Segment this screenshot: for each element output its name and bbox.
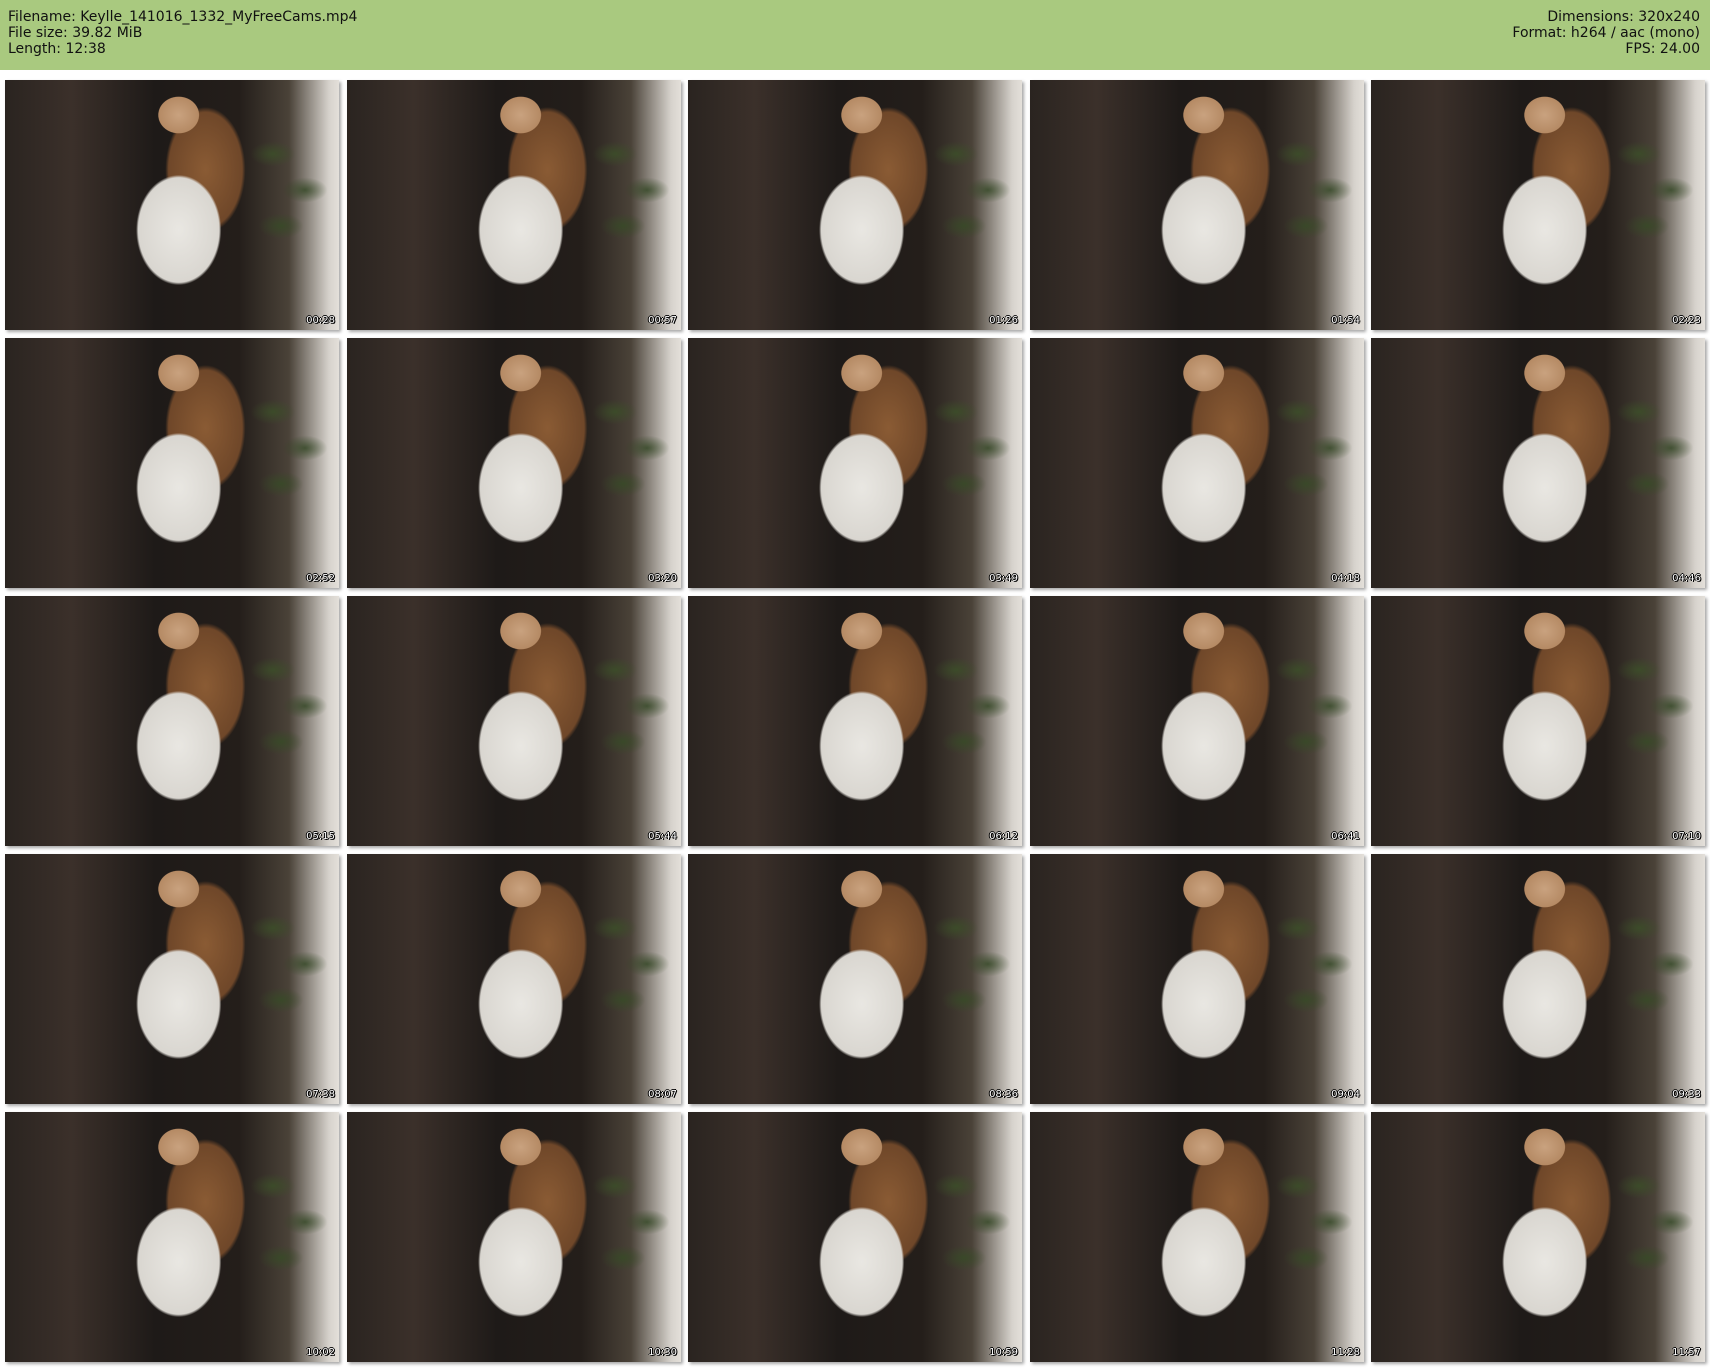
frame-timestamp: 06:41 (1331, 831, 1360, 842)
dimensions-text: Dimensions: 320x240 (1547, 9, 1700, 25)
file-size-text: File size: 39.82 MiB (8, 25, 143, 41)
video-frame-thumbnail: 07:10 (1371, 596, 1705, 846)
video-frame-thumbnail: 03:20 (347, 338, 681, 588)
frame-timestamp: 04:46 (1672, 573, 1701, 584)
frame-timestamp: 08:07 (648, 1089, 677, 1100)
frame-timestamp: 11:57 (1672, 1347, 1701, 1358)
format-text: Format: h264 / aac (mono) (1512, 25, 1700, 41)
background-plant (591, 874, 671, 1054)
info-left: Filename: Keylle_141016_1332_MyFreeCams.… (8, 9, 357, 57)
frame-timestamp: 05:15 (306, 831, 335, 842)
background-plant (1615, 100, 1695, 280)
background-plant (1615, 874, 1695, 1054)
video-frame-thumbnail: 10:59 (688, 1112, 1022, 1362)
background-plant (932, 1132, 1012, 1312)
background-plant (932, 358, 1012, 538)
frame-timestamp: 08:36 (989, 1089, 1018, 1100)
background-plant (1274, 616, 1354, 796)
video-frame-thumbnail: 08:36 (688, 854, 1022, 1104)
background-plant (1615, 1132, 1695, 1312)
frame-timestamp: 04:18 (1331, 573, 1360, 584)
video-frame-thumbnail: 02:23 (1371, 80, 1705, 330)
info-header: Filename: Keylle_141016_1332_MyFreeCams.… (0, 0, 1710, 70)
frame-timestamp: 09:33 (1672, 1089, 1701, 1100)
filename-text: Filename: Keylle_141016_1332_MyFreeCams.… (8, 9, 358, 25)
frame-timestamp: 00:57 (648, 315, 677, 326)
background-plant (249, 100, 329, 280)
info-right: Dimensions: 320x240 Format: h264 / aac (… (1512, 9, 1700, 57)
video-frame-thumbnail: 01:26 (688, 80, 1022, 330)
background-plant (591, 616, 671, 796)
video-frame-thumbnail: 09:33 (1371, 854, 1705, 1104)
video-frame-thumbnail: 10:02 (5, 1112, 339, 1362)
fps-text: FPS: 24.00 (1625, 41, 1700, 57)
frame-timestamp: 07:38 (306, 1089, 335, 1100)
video-frame-thumbnail: 05:44 (347, 596, 681, 846)
frame-timestamp: 10:59 (989, 1347, 1018, 1358)
video-frame-thumbnail: 11:57 (1371, 1112, 1705, 1362)
length-text: Length: 12:38 (8, 41, 106, 57)
frame-timestamp: 00:28 (306, 315, 335, 326)
background-plant (1615, 616, 1695, 796)
background-plant (591, 358, 671, 538)
background-plant (591, 100, 671, 280)
background-plant (249, 1132, 329, 1312)
frame-timestamp: 10:30 (648, 1347, 677, 1358)
frame-timestamp: 09:04 (1331, 1089, 1360, 1100)
video-frame-thumbnail: 05:15 (5, 596, 339, 846)
background-plant (1274, 874, 1354, 1054)
background-plant (932, 616, 1012, 796)
video-frame-thumbnail: 00:57 (347, 80, 681, 330)
video-frame-thumbnail: 08:07 (347, 854, 681, 1104)
video-frame-thumbnail: 01:54 (1030, 80, 1364, 330)
video-frame-thumbnail: 06:41 (1030, 596, 1364, 846)
video-frame-thumbnail: 04:46 (1371, 338, 1705, 588)
thumbnail-grid: 00:28 00:57 01:26 01:54 02:23 02:52 03:20 03:49… (5, 80, 1705, 1366)
background-plant (249, 874, 329, 1054)
video-frame-thumbnail: 06:12 (688, 596, 1022, 846)
background-plant (932, 874, 1012, 1054)
background-plant (1615, 358, 1695, 538)
video-frame-thumbnail: 09:04 (1030, 854, 1364, 1104)
frame-timestamp: 03:20 (648, 573, 677, 584)
video-frame-thumbnail: 11:28 (1030, 1112, 1364, 1362)
background-plant (249, 616, 329, 796)
frame-timestamp: 10:02 (306, 1347, 335, 1358)
video-frame-thumbnail: 00:28 (5, 80, 339, 330)
video-frame-thumbnail: 04:18 (1030, 338, 1364, 588)
background-plant (932, 100, 1012, 280)
background-plant (1274, 358, 1354, 538)
frame-timestamp: 02:52 (306, 573, 335, 584)
background-plant (591, 1132, 671, 1312)
background-plant (1274, 1132, 1354, 1312)
background-plant (249, 358, 329, 538)
background-plant (1274, 100, 1354, 280)
frame-timestamp: 02:23 (1672, 315, 1701, 326)
video-frame-thumbnail: 07:38 (5, 854, 339, 1104)
frame-timestamp: 01:54 (1331, 315, 1360, 326)
frame-timestamp: 01:26 (989, 315, 1018, 326)
frame-timestamp: 03:49 (989, 573, 1018, 584)
frame-timestamp: 06:12 (989, 831, 1018, 842)
video-frame-thumbnail: 03:49 (688, 338, 1022, 588)
frame-timestamp: 05:44 (648, 831, 677, 842)
video-frame-thumbnail: 10:30 (347, 1112, 681, 1362)
frame-timestamp: 07:10 (1672, 831, 1701, 842)
video-frame-thumbnail: 02:52 (5, 338, 339, 588)
frame-timestamp: 11:28 (1331, 1347, 1360, 1358)
